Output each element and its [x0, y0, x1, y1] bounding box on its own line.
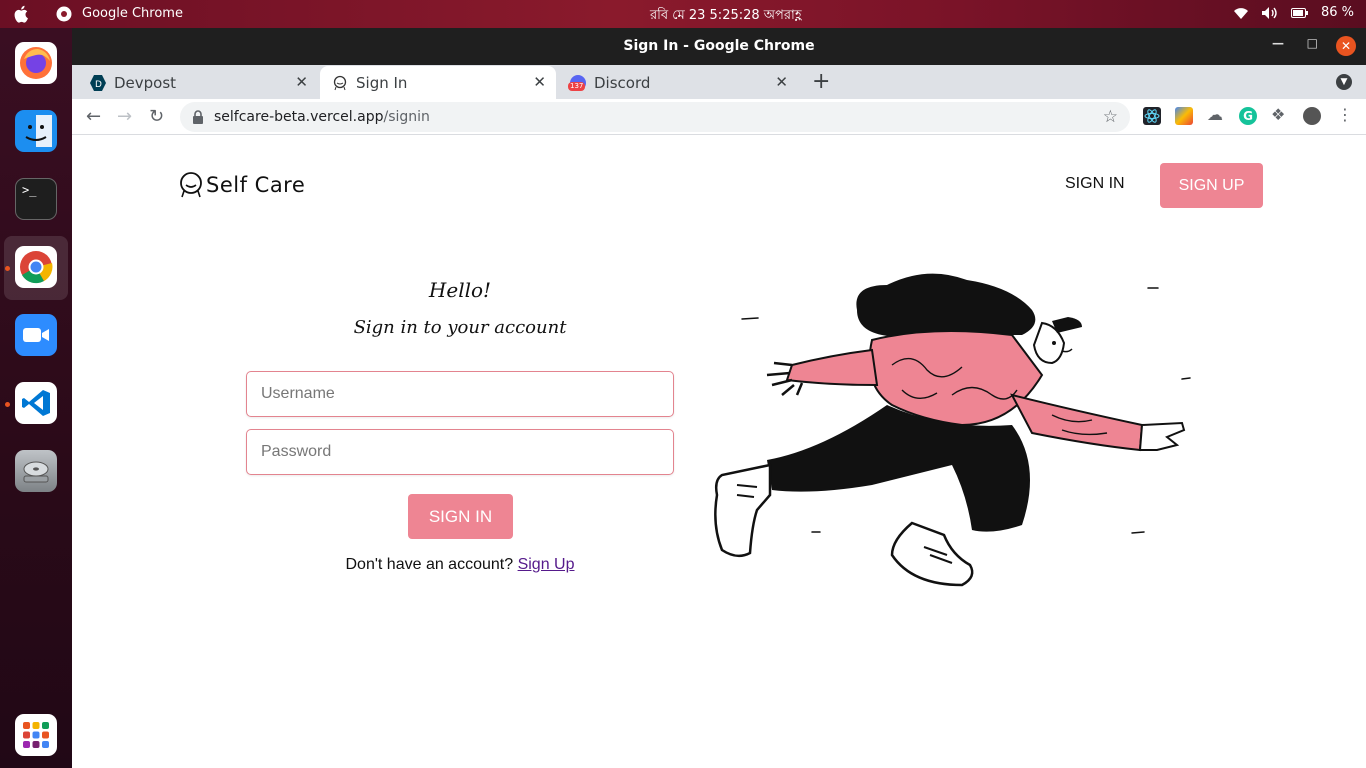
maximize-icon[interactable]: □	[1307, 36, 1318, 50]
tab-search-icon[interactable]: ▼	[1336, 74, 1352, 90]
tab-label: Devpost	[114, 73, 177, 92]
menu-kebab-icon[interactable]: ⋮	[1337, 105, 1355, 124]
clock[interactable]: রবি মে 23 5:25:28 অপরাহ্ণ	[650, 6, 802, 27]
profile-avatar[interactable]	[1303, 107, 1321, 125]
window-title: Sign In - Google Chrome	[623, 38, 815, 54]
running-indicator	[5, 266, 10, 271]
discord-icon: 137	[568, 74, 586, 91]
browser-toolbar: ← → ↻ selfcare-beta.vercel.app/signin ☆ …	[72, 99, 1366, 135]
react-devtools-icon[interactable]	[1143, 107, 1161, 125]
active-app-name[interactable]: Google Chrome	[82, 6, 183, 21]
grammarly-icon[interactable]: G	[1239, 107, 1257, 125]
forward-icon[interactable]: →	[117, 106, 132, 127]
running-indicator	[5, 402, 10, 407]
dock: >_	[0, 28, 72, 768]
close-tab-icon[interactable]: ✕	[295, 73, 308, 91]
address-bar[interactable]: selfcare-beta.vercel.app/signin ☆	[180, 102, 1130, 132]
chrome-dock-icon[interactable]	[15, 246, 57, 288]
minimize-icon[interactable]: —	[1272, 36, 1284, 50]
battery-percent: 86 %	[1320, 5, 1354, 20]
close-tab-icon[interactable]: ✕	[533, 73, 546, 91]
close-tab-icon[interactable]: ✕	[775, 73, 788, 91]
back-icon[interactable]: ←	[86, 106, 101, 127]
logo-text: Self Care	[206, 173, 306, 197]
wifi-icon[interactable]	[1233, 6, 1249, 20]
sign-up-link[interactable]: Sign Up	[518, 556, 575, 573]
person-illustration	[714, 273, 1191, 587]
password-input[interactable]: Password	[246, 429, 674, 475]
apple-icon[interactable]	[14, 5, 30, 23]
svg-text:D: D	[95, 80, 102, 90]
self-care-logo-icon	[333, 75, 347, 90]
tab-sign-in[interactable]: Sign In ✕	[320, 66, 556, 99]
lock-icon[interactable]	[192, 110, 204, 124]
bookmark-star-icon[interactable]: ☆	[1103, 107, 1118, 127]
signup-prompt-text: Don't have an account?	[345, 556, 514, 573]
url-path: /signin	[383, 109, 430, 125]
extensions-puzzle-icon[interactable]: ❖	[1271, 105, 1289, 124]
page-content: Self Care SIGN IN SIGN UP Hello! Sign in…	[72, 135, 1366, 768]
reload-icon[interactable]: ↻	[149, 106, 164, 127]
vscode-icon[interactable]	[15, 382, 57, 424]
site-logo[interactable]: Self Care	[178, 171, 305, 199]
firefox-icon[interactable]	[15, 42, 57, 84]
battery-icon[interactable]	[1290, 7, 1309, 19]
system-top-bar: Google Chrome রবি মে 23 5:25:28 অপরাহ্ণ …	[0, 0, 1366, 28]
cloud-icon[interactable]: ☁	[1207, 105, 1225, 124]
devpost-icon: D	[90, 74, 106, 91]
discord-badge: 137	[568, 81, 586, 91]
window-titlebar[interactable]: Sign In - Google Chrome — □ ✕	[72, 28, 1366, 65]
close-window-button[interactable]: ✕	[1336, 36, 1356, 56]
tab-label: Sign In	[356, 73, 408, 92]
self-care-logo-icon	[180, 172, 202, 198]
tab-label: Discord	[594, 73, 651, 92]
tab-devpost[interactable]: D Devpost ✕	[72, 66, 318, 99]
app-grid-icon[interactable]	[15, 714, 57, 756]
tab-discord[interactable]: 137 Discord ✕	[558, 66, 798, 99]
new-tab-icon[interactable]: +	[812, 69, 830, 94]
terminal-icon[interactable]: >_	[15, 178, 57, 220]
nav-sign-up-button[interactable]: SIGN UP	[1160, 163, 1263, 208]
sign-in-submit-button[interactable]: SIGN IN	[408, 494, 513, 539]
disk-icon[interactable]	[15, 450, 57, 492]
extension-shield-icon[interactable]	[1175, 107, 1193, 125]
zoom-icon[interactable]	[15, 314, 57, 356]
url-domain: selfcare-beta.vercel.app	[214, 109, 384, 125]
username-input[interactable]: Username	[246, 371, 674, 417]
volume-icon[interactable]	[1261, 6, 1279, 20]
finder-icon[interactable]	[15, 110, 57, 152]
chrome-window: Sign In - Google Chrome — □ ✕ D Devpost …	[72, 28, 1366, 768]
chrome-icon	[56, 6, 72, 22]
tab-strip: D Devpost ✕ Sign In ✕ 137 Discord ✕ + ▼	[72, 65, 1366, 99]
nav-sign-in-link[interactable]: SIGN IN	[1065, 175, 1125, 193]
